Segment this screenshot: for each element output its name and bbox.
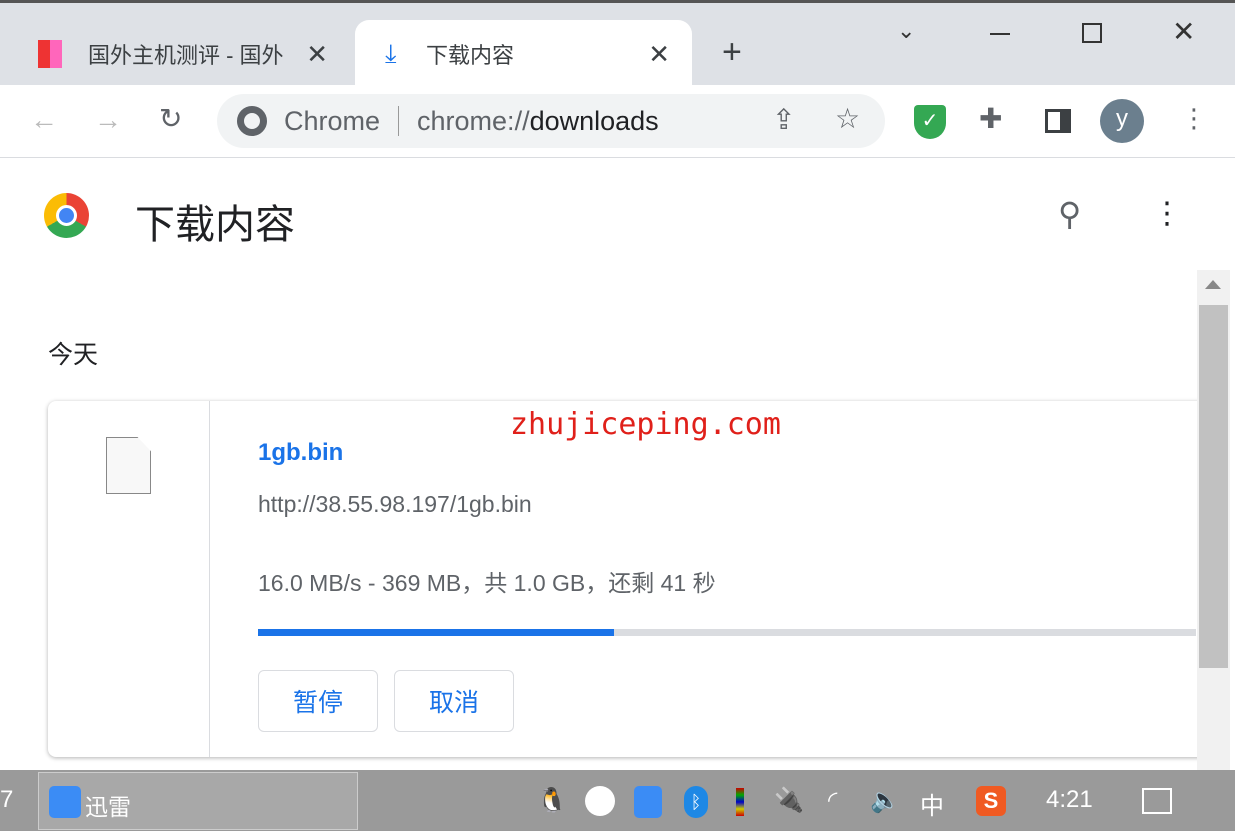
omnibox[interactable]: Chrome chrome:// downloads ⇪ ☆ <box>217 94 885 148</box>
forward-icon[interactable]: → <box>94 106 122 134</box>
page-title: 下载内容 <box>135 203 295 247</box>
ime-indicator[interactable]: 中 <box>920 786 944 821</box>
close-tab-icon[interactable]: ✕ <box>306 39 328 70</box>
tab-site[interactable]: 国外主机测评 - 国外 ✕ <box>20 20 350 88</box>
color-app-icon[interactable] <box>736 788 744 816</box>
reload-icon[interactable]: ↻ <box>159 105 182 133</box>
menu-dots-icon[interactable]: ⋮ <box>1181 105 1207 131</box>
taskbar-app-xunlei[interactable]: 迅雷 <box>38 772 358 830</box>
shield-extension-icon[interactable]: ✓ <box>914 105 946 139</box>
toolbar: ← → ↻ Chrome chrome:// downloads ⇪ ☆ ✓ ✚… <box>0 85 1235 158</box>
close-tab-icon[interactable]: ✕ <box>648 39 670 70</box>
extensions-puzzle-icon[interactable]: ✚ <box>979 105 1002 133</box>
scrollbar-thumb[interactable] <box>1199 305 1228 668</box>
network-tool-icon[interactable] <box>585 786 615 816</box>
url-prefix: chrome:// <box>417 105 530 136</box>
battery-icon[interactable]: 🔌 <box>774 786 804 815</box>
download-icon: ⤓ <box>385 38 397 68</box>
progress-fill <box>258 629 615 636</box>
new-tab-icon[interactable]: + <box>722 33 742 72</box>
tab-title: 国外主机测评 - 国外 <box>88 43 284 68</box>
avatar[interactable]: y <box>1100 99 1144 143</box>
download-item: 1gb.bin http://38.55.98.197/1gb.bin 16.0… <box>48 401 1208 757</box>
taskbar-fragment: 7 <box>0 786 14 813</box>
side-panel-icon[interactable] <box>1045 109 1071 133</box>
more-options-icon[interactable]: ⋮ <box>1152 199 1182 229</box>
file-url: http://38.55.98.197/1gb.bin <box>258 491 532 517</box>
volume-icon[interactable]: 🔈 <box>870 786 900 815</box>
file-name-link[interactable]: 1gb.bin <box>258 439 343 467</box>
xunlei-tray-icon[interactable] <box>634 786 662 818</box>
taskbar: 7 迅雷 🐧 ᛒ 🔌 ◜ 🔈 中 S 4:21 <box>0 770 1235 831</box>
qq-icon[interactable]: 🐧 <box>537 786 567 815</box>
progress-bar <box>258 629 1196 636</box>
url-path: downloads <box>529 105 659 136</box>
close-window-icon[interactable]: ✕ <box>1172 15 1195 48</box>
app-label: 迅雷 <box>85 794 131 820</box>
origin-label: Chrome <box>284 105 381 136</box>
search-icon[interactable]: ⚲ <box>1058 198 1081 230</box>
clock[interactable]: 4:21 <box>1046 786 1093 814</box>
tab-search-chevron-down-icon[interactable]: ⌄ <box>897 18 915 44</box>
xunlei-icon <box>49 786 81 818</box>
maximize-icon[interactable] <box>1082 23 1102 43</box>
download-status: 16.0 MB/s - 369 MB，共 1.0 GB，还剩 41 秒 <box>258 570 716 596</box>
minimize-icon[interactable] <box>990 33 1010 35</box>
tab-title: 下载内容 <box>426 43 515 68</box>
notification-icon[interactable] <box>1142 788 1172 814</box>
tab-downloads[interactable]: ⤓ 下载内容 ✕ <box>355 20 692 88</box>
sogou-icon[interactable]: S <box>976 786 1006 816</box>
chrome-icon <box>237 106 267 136</box>
pause-button[interactable]: 暂停 <box>258 670 378 732</box>
share-icon[interactable]: ⇪ <box>772 106 795 134</box>
section-date: 今天 <box>48 341 99 369</box>
file-icon <box>106 437 151 494</box>
cancel-button[interactable]: 取消 <box>394 670 514 732</box>
site-favicon-icon <box>38 40 62 68</box>
chrome-logo-icon <box>44 193 89 238</box>
back-icon[interactable]: ← <box>30 106 58 134</box>
scroll-up-icon[interactable] <box>1205 280 1221 289</box>
watermark: zhujiceping.com <box>510 407 781 442</box>
tab-strip: 国外主机测评 - 国外 ✕ ⤓ 下载内容 ✕ + ⌄ ✕ <box>0 0 1235 88</box>
wifi-icon[interactable]: ◜ <box>828 786 837 815</box>
bluetooth-icon[interactable]: ᛒ <box>684 786 708 818</box>
bookmark-star-icon[interactable]: ☆ <box>835 105 860 133</box>
